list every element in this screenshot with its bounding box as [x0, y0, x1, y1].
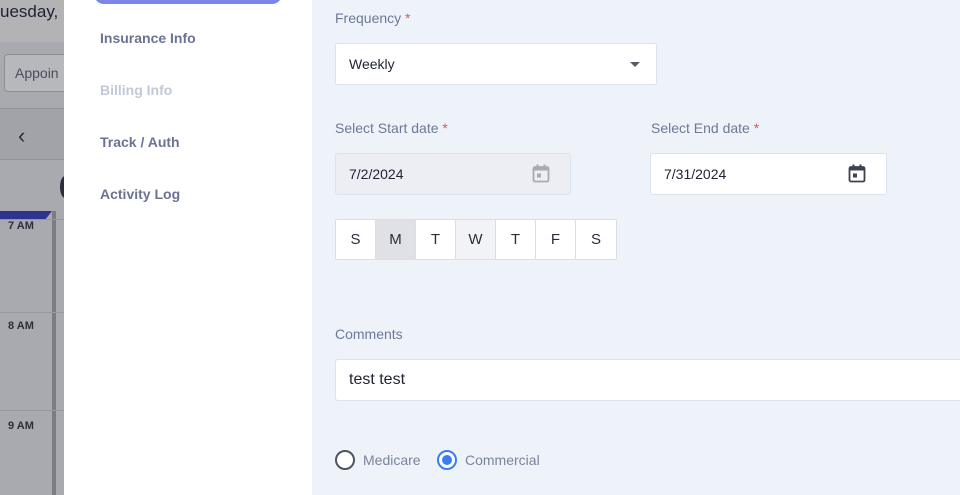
radio-commercial[interactable]	[437, 450, 457, 470]
comments-value: test test	[349, 371, 406, 388]
day-toggle-tuesday[interactable]: T	[416, 220, 456, 259]
required-marker: *	[442, 120, 448, 136]
calendar-nav: ‹	[0, 108, 64, 160]
day-toggle-thursday[interactable]: T	[496, 220, 536, 259]
background-calendar: uesday, Appoin ‹ 7 AM 8 AM 9 AM	[0, 0, 64, 495]
time-label: 7 AM	[8, 220, 34, 232]
hour-line	[0, 312, 64, 313]
day-toggle-wednesday[interactable]: W	[456, 220, 496, 259]
frequency-value: Weekly	[349, 56, 395, 72]
day-toggle-monday[interactable]: M	[376, 220, 416, 259]
active-tab-indicator[interactable]	[94, 0, 282, 4]
radio-medicare[interactable]	[335, 450, 355, 470]
calendar-header: uesday,	[0, 0, 64, 42]
chevron-down-icon[interactable]	[630, 62, 640, 67]
sidebar-item-activity-log[interactable]: Activity Log	[100, 186, 180, 202]
current-time-indicator	[0, 211, 52, 219]
end-date-label: Select End date *	[651, 120, 760, 136]
end-date-field[interactable]: 7/31/2024	[650, 153, 887, 195]
day-toggle-sunday[interactable]: S	[336, 220, 376, 259]
calendar-icon[interactable]	[848, 164, 866, 183]
comments-input[interactable]: test test	[335, 359, 960, 401]
comments-label: Comments	[335, 326, 403, 342]
calendar-date-title: uesday,	[0, 2, 59, 21]
frequency-label: Frequency *	[335, 10, 411, 26]
required-marker: *	[405, 10, 411, 26]
day-toggle-saturday[interactable]: S	[576, 220, 616, 259]
view-select[interactable]: Appoin	[4, 54, 64, 92]
day-toggle-friday[interactable]: F	[536, 220, 576, 259]
hour-line	[0, 410, 64, 411]
required-marker: *	[753, 120, 760, 136]
coverage-option-medicare[interactable]: Medicare	[335, 450, 421, 470]
chevron-left-icon[interactable]: ‹	[18, 123, 25, 149]
start-date-field[interactable]: 7/2/2024	[335, 153, 571, 195]
time-label: 8 AM	[8, 320, 34, 332]
radio-label-medicare: Medicare	[363, 452, 421, 468]
calendar-icon[interactable]	[532, 164, 550, 183]
recurrence-form: Frequency * Weekly Select Start date * 7…	[312, 0, 960, 495]
frequency-select[interactable]: Weekly	[335, 43, 657, 85]
start-date-value: 7/2/2024	[349, 166, 404, 182]
sidebar-item-insurance-info[interactable]: Insurance Info	[100, 30, 196, 46]
time-label: 9 AM	[8, 420, 34, 432]
radio-label-commercial: Commercial	[465, 452, 540, 468]
start-date-label: Select Start date *	[335, 120, 448, 136]
panel-sidebar: Insurance Info Billing Info Track / Auth…	[64, 0, 312, 495]
coverage-option-commercial[interactable]: Commercial	[437, 450, 540, 470]
weekday-selector: S M T W T F S	[335, 219, 617, 260]
sidebar-item-track-auth[interactable]: Track / Auth	[100, 134, 180, 150]
day-column-divider	[52, 211, 56, 495]
sidebar-item-billing-info[interactable]: Billing Info	[100, 82, 172, 98]
appointment-panel: Insurance Info Billing Info Track / Auth…	[64, 0, 960, 495]
end-date-value: 7/31/2024	[664, 166, 727, 182]
